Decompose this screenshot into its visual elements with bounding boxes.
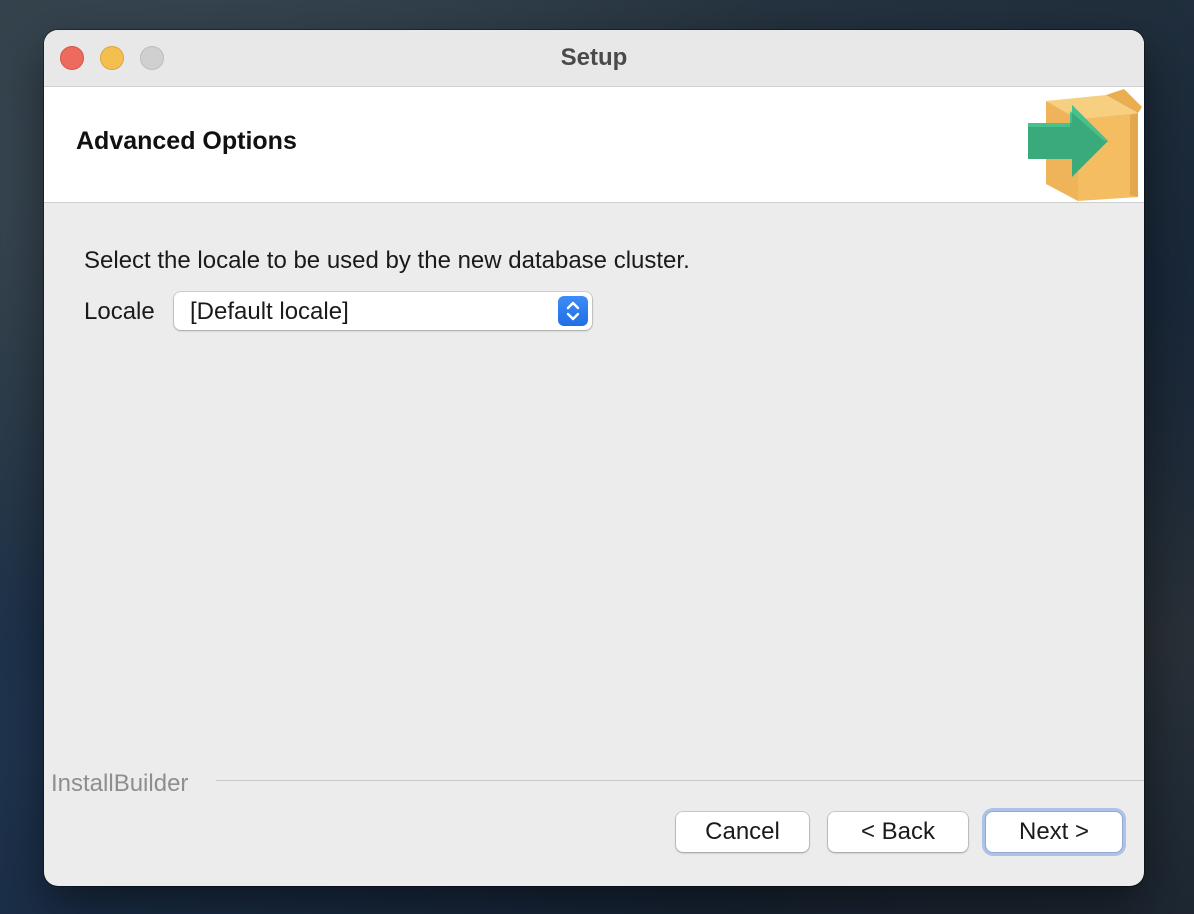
title-bar: Setup: [44, 30, 1144, 87]
back-button[interactable]: < Back: [828, 812, 968, 852]
locale-select-value: [Default locale]: [190, 298, 349, 325]
next-button[interactable]: Next >: [986, 812, 1122, 852]
installbuilder-brand: InstallBuilder: [51, 770, 189, 797]
window-title: Setup: [560, 44, 628, 71]
page-title: Advanced Options: [76, 127, 297, 155]
setup-window: Setup Advanced Options Select the locale…: [44, 30, 1144, 886]
installer-box-arrow-icon: [1028, 89, 1142, 201]
instruction-text: Select the locale to be used by the new …: [84, 247, 690, 274]
locale-select[interactable]: [Default locale]: [174, 292, 592, 330]
locale-label: Locale: [84, 298, 155, 325]
footer-divider: [216, 780, 1144, 781]
chevron-up-down-icon[interactable]: [558, 296, 588, 326]
cancel-button[interactable]: Cancel: [676, 812, 809, 852]
page-header: Advanced Options: [44, 87, 1144, 203]
